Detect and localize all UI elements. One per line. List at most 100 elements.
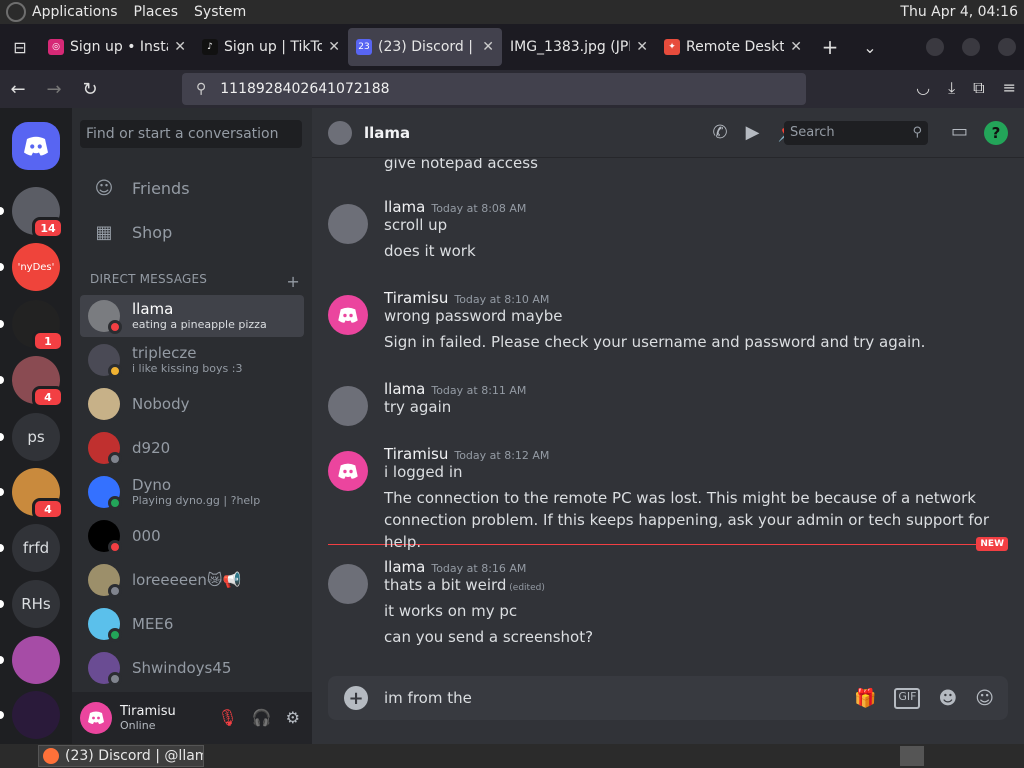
close-tab-icon[interactable]: ✕: [790, 39, 802, 55]
tab-list-chevron-icon[interactable]: ⌄: [850, 38, 890, 57]
dm-item-000[interactable]: 000: [80, 515, 304, 557]
channel-name[interactable]: llama: [364, 124, 410, 142]
menu-places[interactable]: Places: [134, 4, 179, 20]
tab-instagram[interactable]: ◎ Sign up • Instagram ✕: [40, 28, 194, 66]
dm-name: MEE6: [132, 614, 174, 633]
dm-search-input[interactable]: Find or start a conversation: [80, 120, 302, 148]
minimize-icon[interactable]: [926, 38, 944, 56]
close-tab-icon[interactable]: ✕: [328, 39, 340, 55]
pocket-icon[interactable]: ◡: [916, 78, 930, 98]
unread-indicator: [0, 433, 4, 441]
message-text: connection problem. If this keeps happen…: [384, 511, 990, 551]
friends-link[interactable]: ☺ Friends: [80, 167, 304, 209]
edited-marker: (edited): [506, 583, 545, 593]
sticker-icon[interactable]: ☻: [938, 688, 957, 709]
downloads-icon[interactable]: ⤓: [948, 78, 955, 98]
back-icon[interactable]: ←: [0, 79, 36, 100]
inbox-icon[interactable]: ▭: [951, 121, 968, 142]
shop-label: Shop: [132, 222, 173, 242]
gift-icon[interactable]: 🎁: [854, 688, 876, 709]
add-attachment-icon[interactable]: +: [344, 686, 368, 710]
composer-input[interactable]: im from the: [384, 689, 854, 707]
tab-discord[interactable]: 23 (23) Discord | @llama ✕: [348, 28, 502, 66]
hamburger-menu-icon[interactable]: ≡: [1003, 78, 1016, 98]
status-indicator: [108, 540, 122, 554]
server-icon[interactable]: 1: [0, 300, 64, 352]
tab-overview-icon[interactable]: ⊟: [0, 38, 40, 57]
clock[interactable]: Thu Apr 4, 04:16: [900, 4, 1018, 20]
message-composer[interactable]: + im from the 🎁 GIF ☻ ☺: [328, 676, 1008, 720]
dm-item-triplecze[interactable]: triplecze i like kissing boys :3: [80, 339, 304, 381]
reload-icon[interactable]: ↻: [72, 79, 108, 100]
channel-avatar[interactable]: [328, 120, 352, 145]
user-panel: Tiramisu Online 🎙 🎧 ⚙: [72, 692, 312, 744]
tab-image[interactable]: IMG_1383.jpg (JPEG Image) ✕: [502, 28, 656, 66]
forward-icon[interactable]: →: [36, 79, 72, 100]
message-avatar[interactable]: [328, 204, 368, 244]
close-window-icon[interactable]: [998, 38, 1016, 56]
close-tab-icon[interactable]: ✕: [174, 39, 186, 55]
firefox-icon: [43, 748, 59, 764]
mute-mic-icon[interactable]: 🎙: [217, 708, 237, 727]
headphones-icon[interactable]: 🎧: [252, 708, 272, 727]
new-tab-icon[interactable]: +: [810, 35, 850, 59]
dm-item-mee6[interactable]: MEE6: [80, 603, 304, 645]
shop-link[interactable]: ▦ Shop: [80, 211, 304, 253]
create-dm-icon[interactable]: +: [286, 272, 300, 291]
dm-item-dyno[interactable]: Dyno Playing dyno.gg | ?help: [80, 471, 304, 513]
close-tab-icon[interactable]: ✕: [482, 39, 494, 55]
server-icon[interactable]: 14: [0, 187, 64, 239]
dm-avatar: [88, 300, 122, 334]
dm-item-nobody[interactable]: Nobody: [80, 383, 304, 425]
close-tab-icon[interactable]: ✕: [636, 39, 648, 55]
tray-firefox-icon[interactable]: [900, 746, 924, 766]
help-icon[interactable]: ?: [984, 121, 1008, 145]
server-icon[interactable]: RHs: [0, 580, 60, 628]
message-avatar[interactable]: [328, 451, 368, 491]
server-icon[interactable]: 'nyDes': [0, 243, 60, 291]
server-icon[interactable]: [0, 636, 60, 684]
server-icon[interactable]: 4: [0, 356, 64, 408]
message-text: it works on my pc: [384, 602, 518, 620]
dm-avatar: [88, 344, 122, 378]
menu-system[interactable]: System: [194, 4, 246, 20]
my-avatar[interactable]: [80, 702, 112, 734]
dm-custom-status: i like kissing boys :3: [132, 362, 243, 375]
menu-applications[interactable]: Applications: [32, 4, 118, 20]
message-avatar[interactable]: [328, 295, 368, 335]
unread-indicator: [0, 320, 4, 328]
voice-call-icon[interactable]: ✆: [713, 122, 728, 143]
maximize-icon[interactable]: [962, 38, 980, 56]
server-icon[interactable]: [0, 691, 60, 739]
unread-indicator: [0, 600, 4, 608]
message-avatar[interactable]: [328, 564, 368, 604]
video-call-icon[interactable]: ▶: [746, 122, 760, 143]
my-username: Tiramisu: [120, 704, 176, 719]
emoji-icon[interactable]: ☺: [975, 688, 994, 709]
dm-item-shwindoys45[interactable]: Shwindoys45: [80, 647, 304, 689]
message-avatar[interactable]: [328, 386, 368, 426]
server-icon[interactable]: frfd: [0, 524, 60, 572]
discord-app: 14'nyDes' 1 4 ps 4 frfd RHs Find or start a co…: [0, 108, 1024, 744]
message-text: does it work: [384, 242, 476, 260]
address-bar[interactable]: ⚲ 1118928402641072188: [182, 73, 806, 105]
chat-search-input[interactable]: Search ⚲: [784, 121, 928, 145]
server-icon[interactable]: ps: [0, 413, 60, 461]
taskbar-window-title: (23) Discord | @llam...: [65, 748, 203, 764]
extensions-icon[interactable]: ⧉: [973, 78, 984, 98]
dm-item-loreeeeen[interactable]: loreeeeen😿📢: [80, 559, 304, 601]
tab-tiktok[interactable]: ♪ Sign up | TikTok ✕: [194, 28, 348, 66]
server-icon[interactable]: 4: [0, 468, 64, 520]
dm-avatar: [88, 432, 122, 466]
distro-logo-icon[interactable]: [6, 2, 26, 22]
dm-sidebar: Find or start a conversation ☺ Friends ▦…: [72, 108, 312, 744]
settings-gear-icon[interactable]: ⚙: [286, 708, 300, 727]
taskbar-firefox-window[interactable]: (23) Discord | @llam...: [38, 745, 204, 767]
dm-item-d920[interactable]: d920: [80, 427, 304, 469]
gif-icon[interactable]: GIF: [894, 687, 921, 709]
dm-name: triplecze: [132, 344, 197, 362]
tab-remote-desktop[interactable]: ✦ Remote Desktop ✕: [656, 28, 810, 66]
dm-item-llama[interactable]: llama eating a pineapple pizza: [80, 295, 304, 337]
server-label: frfd: [22, 539, 50, 557]
direct-messages-home-button[interactable]: [12, 122, 60, 170]
